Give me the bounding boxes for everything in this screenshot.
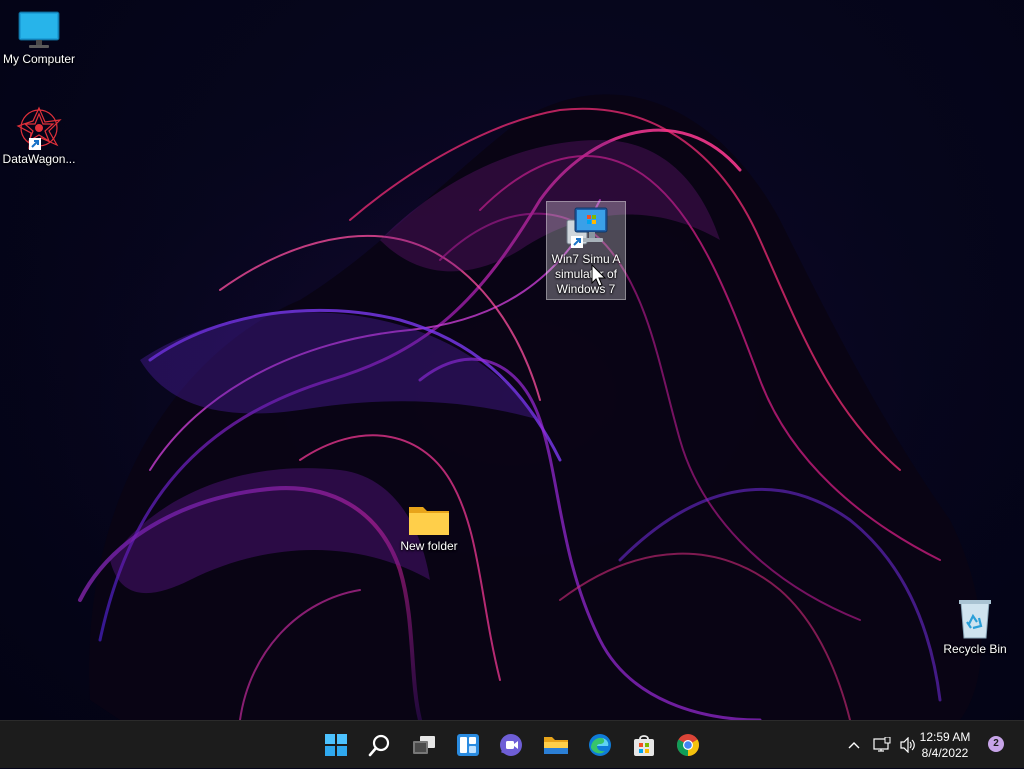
edge-button[interactable] [580, 725, 620, 765]
desktop-icon-label: Win7 Simu A simulator of Windows 7 [551, 252, 621, 296]
file-explorer-button[interactable] [536, 725, 576, 765]
start-button[interactable] [316, 725, 356, 765]
chrome-icon [677, 734, 699, 756]
start-icon [325, 734, 347, 756]
task-view-icon [413, 736, 435, 754]
edge-icon [589, 734, 611, 756]
file-explorer-icon [544, 737, 568, 754]
windows7-computer-icon [566, 207, 608, 248]
chrome-button[interactable] [668, 725, 708, 765]
notification-badge[interactable]: 2 [988, 736, 1004, 752]
recycle-bin-icon [959, 600, 991, 639]
clock-time[interactable]: 12:59 AM [910, 730, 980, 744]
recycle-bin[interactable]: Recycle Bin [936, 598, 1014, 657]
wallpaper-bloom [0, 0, 1024, 720]
store-icon [634, 735, 654, 756]
teams-chat-icon [500, 734, 522, 756]
widgets-button[interactable] [448, 725, 488, 765]
network-icon [873, 737, 891, 752]
widgets-icon [457, 734, 479, 756]
desktop-icon-label: DataWagon... [2, 152, 76, 166]
my-computer-shortcut[interactable]: My Computer [0, 10, 78, 67]
computer-monitor-icon [18, 11, 60, 48]
show-hidden-icons-button[interactable] [842, 721, 866, 769]
taskbar: 12:59 AM 8/4/2022 [0, 720, 1024, 768]
desktop[interactable]: My Computer DataWagon... Win7 Simu A sim… [0, 0, 1024, 720]
store-button[interactable] [624, 725, 664, 765]
teams-chat-button[interactable] [492, 725, 532, 765]
volume-button[interactable] [896, 721, 920, 769]
network-button[interactable] [870, 721, 894, 769]
task-view-button[interactable] [404, 725, 444, 765]
clock-date[interactable]: 8/4/2022 [910, 746, 980, 760]
datawagon-shortcut[interactable]: DataWagon... [0, 106, 78, 167]
search-button[interactable] [360, 725, 400, 765]
mouse-pointer-icon [591, 264, 607, 287]
desktop-icon-label: New folder [400, 539, 458, 553]
datawagon-starburst-icon [16, 106, 62, 150]
search-icon [368, 734, 390, 757]
desktop-icon-label: My Computer [2, 52, 76, 66]
new-folder[interactable]: New folder [390, 501, 468, 554]
folder-icon [409, 507, 449, 535]
chevron-up-icon [848, 742, 860, 749]
win7-simu-shortcut[interactable]: Win7 Simu A simulator of Windows 7 [546, 201, 626, 300]
desktop-icon-label: Recycle Bin [943, 642, 1007, 656]
